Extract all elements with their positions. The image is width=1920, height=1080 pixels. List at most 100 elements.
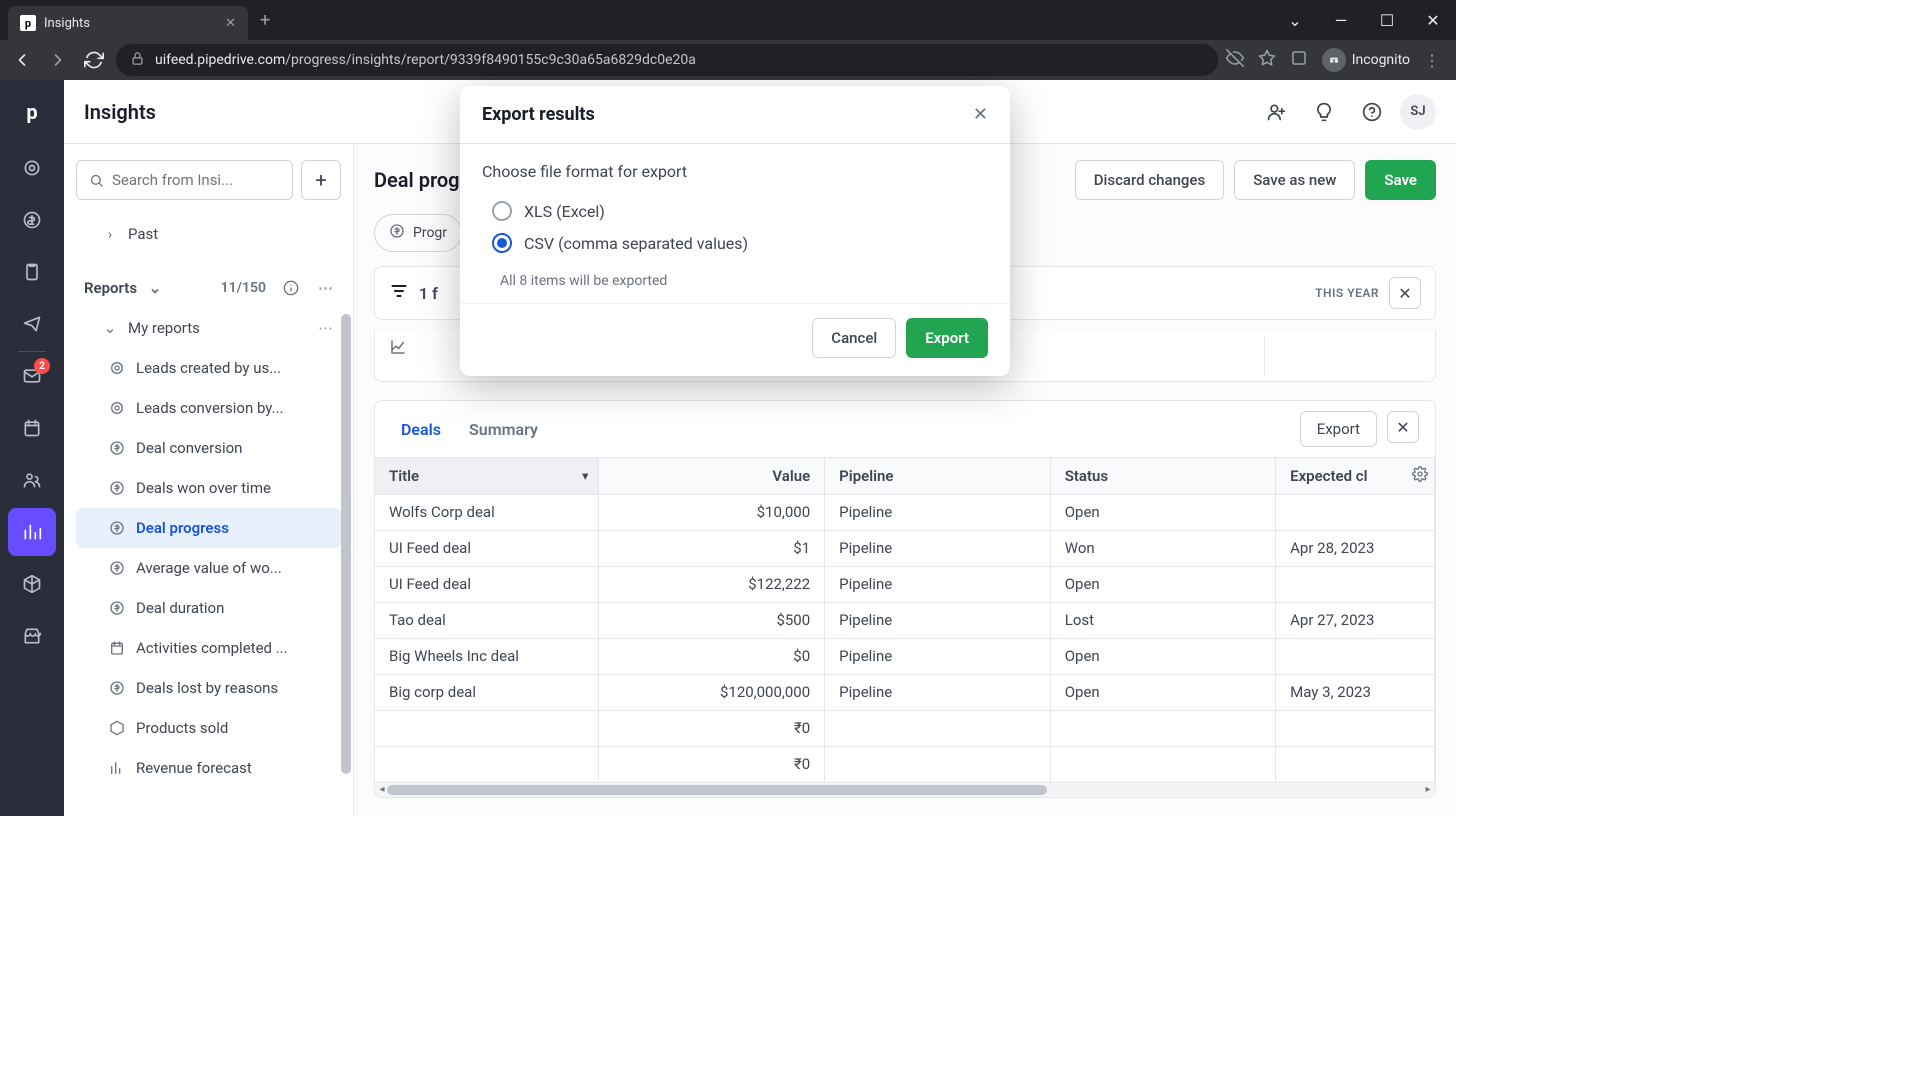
search-box[interactable] (76, 160, 293, 200)
cancel-button[interactable]: Cancel (812, 318, 896, 358)
table-row[interactable]: ₹0 (375, 746, 1435, 782)
cell-title: Wolfs Corp deal (375, 494, 599, 530)
sidebar-report-item[interactable]: Activities completed ... (76, 628, 341, 668)
sidebar-report-item[interactable]: Products sold (76, 708, 341, 748)
table-card: Deals Summary Export ✕ Title▾ V (374, 400, 1436, 798)
cell-title: Big corp deal (375, 674, 599, 710)
reload-button[interactable] (80, 46, 108, 74)
table-row[interactable]: Tao deal$500PipelineLostApr 27, 2023 (375, 602, 1435, 638)
rail-deals[interactable] (8, 196, 56, 244)
sidebar-report-item[interactable]: Average value of wo... (76, 548, 341, 588)
report-icon (108, 639, 126, 657)
tab-deals[interactable]: Deals (391, 414, 451, 445)
minimize-icon[interactable]: — (1318, 4, 1364, 36)
rail-leads[interactable] (8, 144, 56, 192)
close-tab-icon[interactable]: ✕ (225, 16, 236, 31)
export-button[interactable]: Export (1300, 411, 1377, 447)
sidebar-report-item[interactable]: Revenue forecast (76, 748, 341, 788)
address-bar[interactable]: uifeed.pipedrive.com/progress/insights/r… (116, 44, 1218, 76)
rail-contacts[interactable] (8, 456, 56, 504)
rail-projects[interactable] (8, 248, 56, 296)
scrollbar-thumb[interactable] (341, 314, 351, 774)
rail-activities[interactable] (8, 404, 56, 452)
rail-mail[interactable]: 2 (8, 352, 56, 400)
star-icon[interactable] (1258, 49, 1276, 71)
scroll-right-icon[interactable]: ▸ (1421, 783, 1435, 797)
search-input[interactable] (112, 171, 280, 189)
sidebar-past[interactable]: › Past (76, 214, 341, 254)
add-user-icon[interactable] (1256, 92, 1296, 132)
sidebar-item-label: Deal conversion (136, 439, 242, 457)
close-table-button[interactable]: ✕ (1387, 411, 1419, 443)
sidebar-report-item[interactable]: Deal duration (76, 588, 341, 628)
sidebar-report-item[interactable]: Leads created by us... (76, 348, 341, 388)
eye-off-icon[interactable] (1226, 49, 1244, 71)
more-icon[interactable]: ⋯ (318, 319, 333, 337)
save-as-new-button[interactable]: Save as new (1234, 160, 1355, 200)
browser-tab[interactable]: p Insights ✕ (8, 6, 248, 40)
sidebar-report-item[interactable]: Leads conversion by... (76, 388, 341, 428)
help-icon[interactable] (1352, 92, 1392, 132)
bulb-icon[interactable] (1304, 92, 1344, 132)
cell-title: Tao deal (375, 602, 599, 638)
sidebar-report-item[interactable]: Deal conversion (76, 428, 341, 468)
discard-button[interactable]: Discard changes (1075, 160, 1224, 200)
sidebar-report-item[interactable]: Deals lost by reasons (76, 668, 341, 708)
chevron-down-icon[interactable]: ⌄ (1272, 4, 1318, 36)
radio-csv[interactable]: CSV (comma separated values) (482, 227, 988, 259)
sidebar-report-item[interactable]: Deals won over time (76, 468, 341, 508)
col-status[interactable]: Status (1050, 458, 1275, 494)
close-window-icon[interactable]: ✕ (1410, 4, 1456, 36)
table-row[interactable]: Big corp deal$120,000,000PipelineOpenMay… (375, 674, 1435, 710)
sidebar-my-reports[interactable]: ⌄ My reports ⋯ (76, 308, 341, 348)
rail-marketplace[interactable] (8, 612, 56, 660)
sidebar-reports-header[interactable]: Reports ⌄ 11/150 ⋯ (76, 268, 341, 308)
new-tab-button[interactable]: + (260, 10, 270, 31)
table-row[interactable]: UI Feed deal$122,222PipelineOpen (375, 566, 1435, 602)
avatar[interactable]: SJ (1400, 94, 1436, 130)
radio-checked-icon (492, 233, 512, 253)
col-value[interactable]: Value (599, 458, 825, 494)
col-expected[interactable]: Expected cl (1276, 458, 1435, 494)
more-icon[interactable]: ⋯ (318, 279, 333, 297)
forward-button[interactable] (44, 46, 72, 74)
sidebar-report-item[interactable]: Deal progress (76, 508, 341, 548)
modal-body: Choose file format for export XLS (Excel… (460, 144, 1010, 303)
back-button[interactable] (8, 46, 36, 74)
col-pipeline[interactable]: Pipeline (825, 458, 1051, 494)
scrollbar-thumb[interactable] (387, 785, 1047, 795)
save-button[interactable]: Save (1365, 160, 1436, 200)
progress-chip[interactable]: Progr (374, 214, 462, 252)
close-modal-icon[interactable]: ✕ (973, 104, 988, 125)
close-filter-button[interactable]: ✕ (1389, 277, 1421, 309)
incognito-badge[interactable]: Incognito (1322, 48, 1410, 72)
add-button[interactable]: + (301, 160, 341, 200)
table-row[interactable]: Wolfs Corp deal$10,000PipelineOpen (375, 494, 1435, 530)
table-row[interactable]: UI Feed deal$1PipelineWonApr 28, 2023 (375, 530, 1435, 566)
radio-xls[interactable]: XLS (Excel) (482, 195, 988, 227)
maximize-icon[interactable]: ☐ (1364, 4, 1410, 36)
sidebar-scrollbar[interactable] (339, 144, 353, 816)
extensions-icon[interactable] (1290, 49, 1308, 71)
table-row[interactable]: ₹0 (375, 710, 1435, 746)
report-icon (108, 559, 126, 577)
horizontal-scrollbar[interactable]: ◂ ▸ (375, 783, 1435, 797)
cell-status: Lost (1050, 602, 1275, 638)
gear-icon[interactable] (1412, 466, 1428, 486)
rail-campaigns[interactable] (8, 300, 56, 348)
sidebar-item-label: Activities completed ... (136, 639, 288, 657)
table-row[interactable]: Big Wheels Inc deal$0PipelineOpen (375, 638, 1435, 674)
cell-value: $122,222 (599, 566, 825, 602)
confirm-export-button[interactable]: Export (906, 318, 988, 358)
info-icon[interactable] (282, 279, 300, 297)
filter-icon[interactable] (389, 281, 409, 305)
cell-title (375, 710, 599, 746)
mail-badge: 2 (34, 358, 50, 374)
app-logo[interactable]: p (12, 92, 52, 132)
modal-header: Export results ✕ (460, 86, 1010, 144)
rail-products[interactable] (8, 560, 56, 608)
tab-summary[interactable]: Summary (459, 414, 548, 445)
menu-icon[interactable]: ⋮ (1424, 51, 1440, 70)
rail-insights[interactable] (8, 508, 56, 556)
col-title[interactable]: Title▾ (375, 458, 599, 494)
